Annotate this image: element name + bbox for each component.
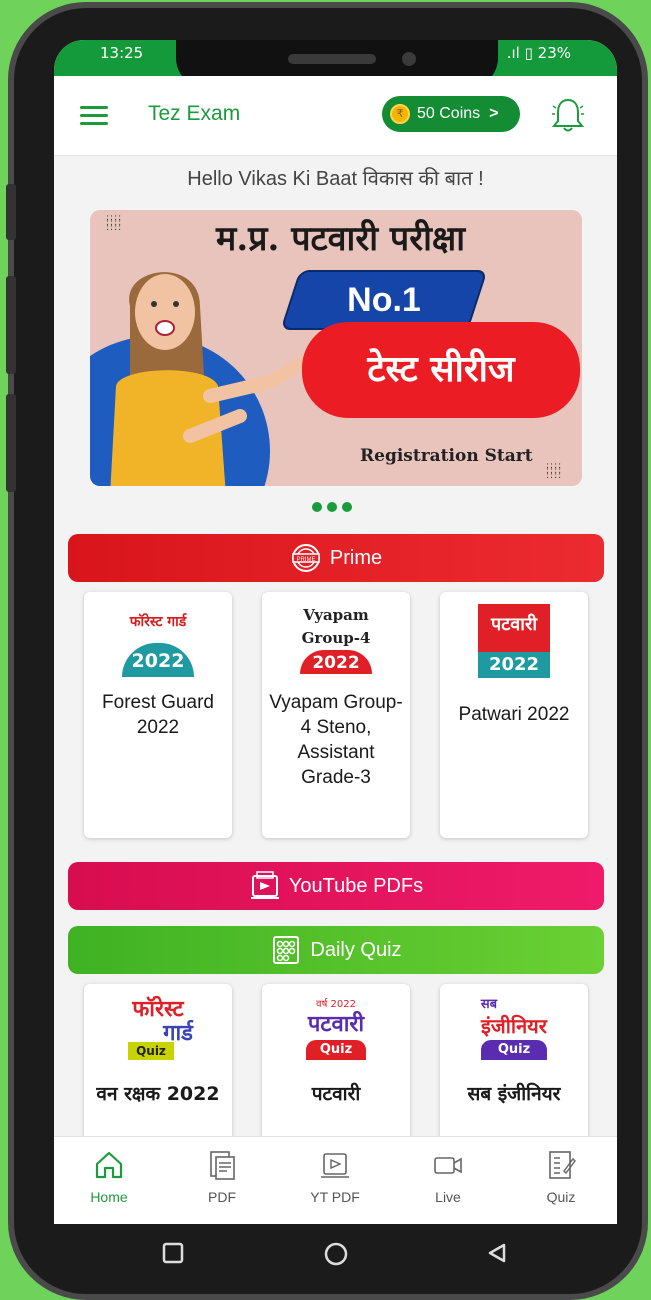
youtube-pdfs-title: YouTube PDFs: [288, 874, 424, 897]
card-label: Vyapam Group-4 Steno, Assistant Grade-3: [269, 692, 403, 788]
thumb-year: 2022: [478, 652, 550, 678]
nav-label: Quiz: [546, 1189, 576, 1205]
card-label: पटवारी: [311, 1083, 361, 1105]
coins-label: 50 Coins: [417, 105, 481, 122]
woman-pointing-image: [110, 272, 311, 486]
quiz-grid-icon: [273, 936, 300, 964]
card-label: सब इंजीनियर: [467, 1083, 561, 1105]
dots-decoration: ::::::::::::: [546, 461, 563, 481]
greeting-text: Hello Vikas Ki Baat विकास की बात !: [187, 168, 484, 190]
signal-icon: .ıl: [506, 44, 520, 62]
status-time: 13:25: [100, 44, 144, 62]
banner-footer: Registration Start: [360, 446, 533, 466]
daily-quiz-title: Daily Quiz: [310, 938, 402, 961]
thumb-subtitle: पटवारी: [307, 1012, 365, 1037]
battery-icon: ▯: [524, 44, 533, 62]
app-bar: Tez Exam ₹ 50 Coins >: [54, 76, 617, 156]
banner-heading: म.प्र. पटवारी परीक्षा: [216, 219, 466, 259]
card-thumbnail: Vyapam Group-4 2022: [262, 592, 410, 682]
card-thumbnail: सब इंजीनियर Quiz: [440, 984, 588, 1074]
card-thumbnail: फॉरेस्ट गार्ड 2022: [84, 592, 232, 682]
svg-text:PRIME: PRIME: [296, 557, 315, 563]
thumb-box: पटवारी 2022: [478, 604, 550, 678]
thumb-title: सब: [480, 997, 498, 1012]
thumb-year: 2022: [122, 643, 194, 677]
app-title: Tez Exam: [148, 102, 241, 125]
thumb-title: फॉरेस्ट: [132, 997, 184, 1022]
no1-label: No.1: [347, 281, 421, 319]
thumb-title: फॉरेस्ट गार्ड: [129, 614, 187, 630]
coins-button[interactable]: ₹ 50 Coins >: [382, 96, 520, 132]
prime-card-vyapam[interactable]: Vyapam Group-4 2022 Vyapam Group-4 Steno…: [262, 592, 410, 838]
thumb-title: वर्ष 2022: [316, 999, 356, 1010]
coin-icon: ₹: [390, 104, 410, 124]
nav-label: YT PDF: [310, 1189, 360, 1205]
quiz-tag: Quiz: [481, 1040, 547, 1060]
home-circle-icon[interactable]: [324, 1242, 348, 1266]
dots-decoration: ::::::::::::: [106, 213, 123, 233]
video-icon: [434, 1157, 462, 1174]
nav-yt-pdf[interactable]: YT PDF: [295, 1149, 375, 1205]
nav-quiz[interactable]: Quiz: [521, 1149, 601, 1205]
thumb-year: 2022: [300, 650, 372, 674]
carousel-dot[interactable]: [342, 502, 352, 512]
prime-card-forest-guard[interactable]: फॉरेस्ट गार्ड 2022 Forest Guard 2022: [84, 592, 232, 838]
side-button: [6, 276, 16, 374]
thumb-title: Vyapam Group-4: [301, 606, 371, 647]
back-triangle-icon[interactable]: [486, 1242, 508, 1264]
nav-pdf[interactable]: PDF: [182, 1149, 262, 1205]
thumb-title: पटवारी: [491, 614, 537, 635]
home-icon: [95, 1151, 123, 1179]
card-thumbnail: पटवारी 2022: [440, 604, 588, 694]
pdf-icon: [210, 1151, 235, 1180]
no1-badge: No.1: [280, 270, 488, 330]
yt-pdf-icon: [321, 1153, 349, 1178]
status-icons: .ıl ▯ 23%: [507, 44, 571, 62]
youtube-pdf-icon: [250, 871, 279, 899]
youtube-pdfs-section-header[interactable]: YouTube PDFs: [68, 862, 604, 910]
nav-live[interactable]: Live: [408, 1149, 488, 1205]
front-camera: [402, 52, 416, 66]
chevron-right-icon: >: [489, 105, 499, 122]
carousel-dot[interactable]: [327, 502, 337, 512]
card-label: Patwari 2022: [458, 704, 570, 725]
nav-label: Live: [435, 1189, 461, 1205]
bottom-navigation: Home PDF YT PDF Live Quiz: [54, 1136, 617, 1224]
card-thumbnail: वर्ष 2022 पटवारी Quiz: [262, 984, 410, 1074]
thumb-subtitle: इंजीनियर: [481, 1014, 547, 1038]
battery-level: 23%: [537, 44, 571, 62]
carousel-indicator[interactable]: [312, 502, 352, 512]
daily-quiz-section-header[interactable]: Daily Quiz: [68, 926, 604, 974]
card-label: वन रक्षक 2022: [96, 1083, 220, 1105]
quiz-icon: [549, 1151, 576, 1179]
app-screen: 13:25 .ıl ▯ 23% Tez Exam ₹ 50 Coins > He…: [54, 40, 617, 1224]
speaker-grille: [288, 54, 376, 64]
prime-badge-icon: PRIME: [291, 544, 320, 572]
side-button: [6, 184, 16, 240]
banner-highlight: टेस्ट सीरीज: [302, 322, 580, 418]
notification-bell-icon[interactable]: [550, 96, 586, 134]
quiz-tag: Quiz: [306, 1040, 366, 1060]
card-thumbnail: फॉरेस्ट गार्ड Quiz: [84, 984, 232, 1074]
nav-home[interactable]: Home: [69, 1149, 149, 1205]
side-button: [6, 394, 16, 492]
promo-banner[interactable]: :::::::::::: :::::::::::: म.प्र. पटवारी …: [90, 210, 582, 486]
hamburger-menu-icon[interactable]: [80, 106, 108, 126]
prime-title: Prime: [329, 546, 383, 569]
prime-card-patwari[interactable]: पटवारी 2022 Patwari 2022: [440, 592, 588, 838]
card-label: Forest Guard 2022: [102, 692, 214, 738]
prime-section-header[interactable]: PRIME Prime: [68, 534, 604, 582]
recents-square-icon[interactable]: [162, 1242, 184, 1264]
carousel-dot[interactable]: [312, 502, 322, 512]
nav-label: Home: [90, 1189, 128, 1205]
nav-label: PDF: [208, 1189, 236, 1205]
system-navigation-bar: [54, 1224, 617, 1284]
